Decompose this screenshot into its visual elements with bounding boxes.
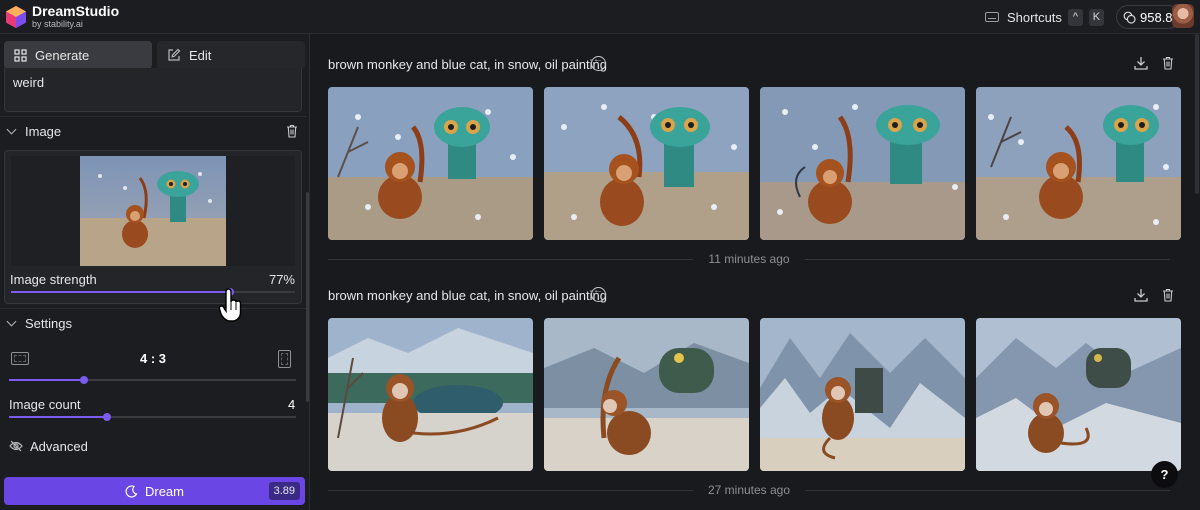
app-name: DreamStudio — [32, 3, 120, 19]
init-image-monkey-and-cat[interactable] — [80, 156, 226, 266]
tab-generate[interactable]: Generate — [4, 41, 152, 69]
image-count-handle[interactable] — [102, 413, 111, 421]
sidebar-scrollbar[interactable] — [306, 192, 309, 402]
generated-image-2[interactable] — [544, 87, 749, 240]
timestamp-text: 27 minutes ago — [707, 483, 791, 497]
chevron-down-icon — [6, 124, 17, 134]
generated-image-4[interactable] — [976, 87, 1181, 240]
hand-pointer-cursor-icon — [218, 288, 242, 322]
aspect-ratio-handle[interactable] — [79, 376, 88, 384]
user-avatar[interactable] — [1172, 4, 1194, 28]
trash-icon[interactable] — [1161, 56, 1175, 70]
image-section-title: Image — [25, 123, 62, 139]
shortcut-key-k: K — [1088, 8, 1104, 26]
dream-cost-badge: 3.89 — [268, 482, 300, 500]
reuse-prompt-icon[interactable] — [591, 54, 606, 71]
credits-badge[interactable]: 958.8 — [1116, 5, 1180, 29]
image-count-slider[interactable] — [9, 413, 296, 421]
tab-generate-label: Generate — [35, 47, 90, 63]
keyboard-icon — [985, 12, 999, 22]
generated-image-7[interactable] — [760, 318, 965, 471]
shortcuts-button[interactable]: Shortcuts ^ K — [985, 7, 1104, 27]
image-section-header[interactable]: Image — [0, 118, 310, 144]
generated-image-3[interactable] — [760, 87, 965, 240]
dreamstudio-logo[interactable] — [5, 5, 27, 29]
settings-section-header[interactable]: Settings — [0, 310, 310, 336]
app-byline: by stability.ai — [32, 19, 83, 29]
aspect-ratio-control: 4 : 3 — [0, 346, 310, 372]
aspect-ratio-value: 4 : 3 — [139, 351, 166, 366]
image-strength-label: Image strength — [10, 272, 97, 287]
trash-icon[interactable] — [1161, 288, 1175, 302]
generated-image-8[interactable] — [976, 318, 1181, 471]
grid-icon — [14, 48, 27, 62]
gallery-scrollbar[interactable] — [1195, 34, 1199, 194]
edit-icon — [168, 48, 181, 61]
tab-edit-label: Edit — [189, 47, 212, 63]
generated-image-6[interactable] — [544, 318, 749, 471]
top-bar: DreamStudio by stability.ai Shortcuts ^ … — [0, 0, 1200, 34]
divider — [0, 308, 306, 309]
divider — [0, 116, 306, 117]
download-icon[interactable] — [1134, 56, 1148, 70]
chevron-down-icon — [6, 316, 17, 326]
trash-icon[interactable] — [286, 124, 298, 138]
advanced-label: Advanced — [30, 438, 88, 454]
generation-timestamp: 27 minutes ago — [328, 483, 1170, 497]
aspect-ratio-fill — [9, 379, 84, 381]
gallery: brown monkey and blue cat, in snow, oil … — [311, 34, 1200, 510]
tab-edit[interactable]: Edit — [157, 41, 305, 69]
brand: DreamStudio by stability.ai — [32, 4, 119, 29]
help-button[interactable]: ? — [1151, 461, 1178, 488]
prompt-input[interactable]: weird — [4, 68, 302, 112]
shortcut-key-ctrl: ^ — [1067, 8, 1083, 26]
advanced-toggle[interactable]: Advanced — [9, 438, 88, 454]
image-strength-fill — [11, 291, 230, 293]
moon-icon — [125, 484, 138, 498]
generated-image-5[interactable] — [328, 318, 533, 471]
eye-off-icon — [9, 440, 23, 452]
dream-button-label: Dream — [144, 483, 184, 499]
download-icon[interactable] — [1134, 288, 1148, 302]
reuse-prompt-icon[interactable] — [591, 285, 606, 302]
coins-icon — [1123, 11, 1136, 24]
image-strength-slider[interactable] — [11, 288, 295, 296]
generation-prompt: brown monkey and blue cat, in snow, oil … — [328, 288, 607, 303]
init-image-panel: Image strength 77% — [4, 150, 302, 304]
dream-button[interactable]: Dream 3.89 — [4, 477, 305, 505]
portrait-ratio-icon[interactable] — [278, 350, 291, 368]
generated-image-1[interactable] — [328, 87, 533, 240]
image-count-label: Image count — [9, 397, 81, 412]
shortcuts-label: Shortcuts — [1007, 9, 1062, 25]
generation-timestamp: 11 minutes ago — [328, 252, 1170, 266]
aspect-ratio-slider[interactable] — [9, 376, 296, 384]
image-count-value: 4 — [288, 397, 296, 412]
settings-section-title: Settings — [25, 315, 72, 331]
generation-prompt: brown monkey and blue cat, in snow, oil … — [328, 57, 607, 72]
image-strength-value: 77% — [268, 272, 295, 287]
timestamp-text: 11 minutes ago — [708, 252, 790, 266]
image-count-fill — [9, 416, 107, 418]
sidebar: Generate Edit weird Image Image strength… — [0, 34, 310, 510]
credits-value: 958.8 — [1140, 9, 1173, 25]
